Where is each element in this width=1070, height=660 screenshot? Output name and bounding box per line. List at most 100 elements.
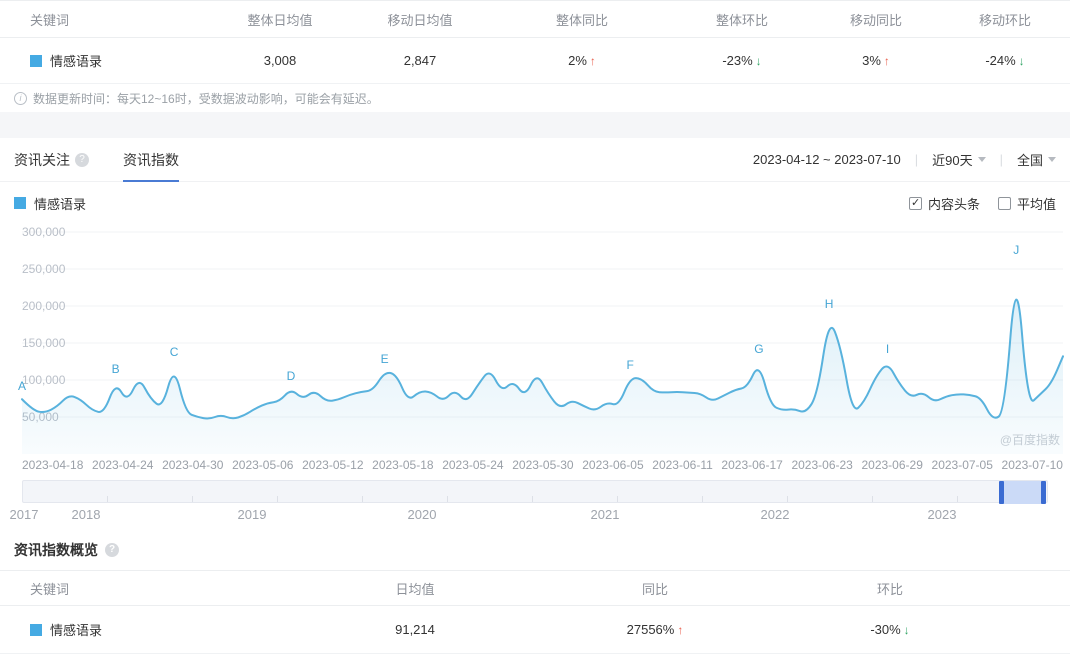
range-controls: 2023-04-12 ~ 2023-07-10 | 近90天 | 全国: [753, 150, 1056, 169]
keyword-cell[interactable]: 情感语录: [0, 620, 230, 639]
index-overview-section: 资讯指数概览 ? 关键词 日均值 同比 环比 情感语录 91,214 27556…: [0, 526, 1070, 654]
separator: |: [914, 152, 919, 167]
time-range-select[interactable]: 近90天: [932, 150, 986, 169]
section-divider-band: [0, 112, 1070, 138]
mom-value: -30% ↓: [870, 622, 910, 637]
keyword-stats-table: 关键词 整体日均值 移动日均值 整体同比 整体环比 移动同比 移动环比 情感语录…: [0, 0, 1070, 112]
x-axis-tick-label: 2023-06-11: [652, 458, 713, 472]
mobile-daily-avg-value: 2,847: [403, 53, 437, 68]
keyword-cell[interactable]: 情感语录: [0, 51, 212, 70]
x-axis-tick-label: 2023-04-30: [162, 458, 224, 472]
legend-item-keyword[interactable]: 情感语录: [14, 194, 86, 213]
region-select[interactable]: 全国: [1017, 150, 1056, 169]
x-axis-tick-label: 2023-07-05: [931, 458, 993, 472]
col-mobile-daily-avg: 移动日均值: [387, 12, 453, 28]
baidu-index-page: 关键词 整体日均值 移动日均值 整体同比 整体环比 移动同比 移动环比 情感语录…: [0, 0, 1070, 660]
trend-arrow-icon: ↓: [903, 623, 910, 637]
keyword-label: 情感语录: [50, 54, 103, 69]
help-icon[interactable]: ?: [75, 152, 89, 167]
keyword-color-swatch: [30, 623, 42, 636]
overview-table-row: 情感语录 91,214 27556% ↑ -30% ↓: [0, 606, 1070, 654]
slider-handle-left[interactable]: [998, 481, 1004, 504]
svg-text:I: I: [886, 342, 889, 356]
timeline-year-label: 2020: [407, 507, 437, 522]
svg-text:200,000: 200,000: [22, 299, 66, 313]
yoy-value: 27556% ↑: [626, 622, 684, 637]
svg-text:250,000: 250,000: [22, 262, 66, 276]
x-axis-tick-label: 2023-04-24: [92, 458, 154, 472]
checkbox-icon: [908, 196, 922, 210]
separator: |: [999, 152, 1003, 167]
timeline-slider-track[interactable]: [22, 480, 1048, 504]
svg-text:C: C: [170, 345, 179, 359]
chart-option-checkboxes: 内容头条 平均值: [908, 194, 1056, 213]
overview-title-row: 资讯指数概览 ?: [0, 526, 1070, 570]
keyword-table-header: 关键词 整体日均值 移动日均值 整体同比 整体环比 移动同比 移动环比: [0, 0, 1070, 38]
svg-text:100,000: 100,000: [22, 373, 66, 387]
data-update-note: i 数据更新时间：每天12~16时，受数据波动影响，可能会有延迟。: [0, 84, 1070, 112]
col-mobile-mom: 移动环比: [978, 12, 1031, 28]
date-range-text[interactable]: 2023-04-12 ~ 2023-07-10: [753, 152, 901, 167]
trend-arrow-icon: ↑: [883, 54, 890, 68]
svg-text:B: B: [112, 362, 120, 376]
col-mom: 环比: [876, 581, 903, 597]
keyword-label: 情感语录: [50, 623, 103, 638]
timeline-slider-zone: 2017 2018 2019 2020 2021 2022 2023: [0, 480, 1070, 526]
overall-daily-avg-value: 3,008: [263, 53, 297, 68]
col-keyword: 关键词: [30, 581, 70, 597]
col-overall-mom: 整体环比: [715, 12, 768, 28]
chevron-down-icon: [977, 157, 986, 162]
timeline-selection[interactable]: [1000, 481, 1043, 504]
svg-text:A: A: [18, 379, 26, 393]
trend-tabs-row: 资讯关注 ? 资讯指数 2023-04-12 ~ 2023-07-10 | 近9…: [0, 138, 1070, 182]
x-axis-tick-label: 2023-06-17: [721, 458, 783, 472]
slider-handle-right[interactable]: [1040, 481, 1046, 504]
help-icon[interactable]: ?: [105, 543, 119, 557]
col-mobile-yoy: 移动同比: [849, 12, 902, 28]
col-daily-avg: 日均值: [395, 581, 435, 597]
x-axis-tick-label: 2023-05-06: [232, 458, 294, 472]
x-axis-tick-label: 2023-05-30: [512, 458, 574, 472]
svg-text:H: H: [825, 297, 834, 311]
x-axis-tick-label: 2023-04-18: [22, 458, 84, 472]
checkbox-content-headline[interactable]: 内容头条: [908, 194, 980, 213]
tab-zixun-zhishu[interactable]: 资讯指数: [123, 138, 179, 182]
checkbox-average[interactable]: 平均值: [997, 194, 1056, 213]
svg-text:J: J: [1013, 243, 1019, 257]
mobile-yoy-value: 3% ↑: [862, 53, 890, 68]
chevron-down-icon: [1048, 157, 1056, 162]
svg-text:D: D: [287, 369, 296, 383]
col-overall-daily-avg: 整体日均值: [247, 12, 313, 28]
tab-zixun-guanzhu[interactable]: 资讯关注 ?: [14, 138, 89, 182]
info-icon: i: [14, 91, 27, 105]
trend-arrow-icon: ↑: [677, 623, 684, 637]
trend-chart-card: 资讯关注 ? 资讯指数 2023-04-12 ~ 2023-07-10 | 近9…: [0, 138, 1070, 526]
svg-text:G: G: [754, 342, 763, 356]
x-axis-tick-label: 2023-06-29: [861, 458, 923, 472]
svg-text:150,000: 150,000: [22, 336, 66, 350]
x-axis-labels: 2023-04-18 2023-04-24 2023-04-30 2023-05-06…: [22, 458, 1063, 472]
mobile-mom-value: -24% ↓: [985, 53, 1025, 68]
trend-chart[interactable]: 300,000250,000200,000150,000100,00050,00…: [0, 224, 1070, 472]
timeline-year-label: 2021: [590, 507, 620, 522]
col-overall-yoy: 整体同比: [555, 12, 608, 28]
x-axis-tick-label: 2023-05-12: [302, 458, 364, 472]
watermark: @百度指数: [999, 433, 1060, 447]
trend-arrow-icon: ↑: [589, 54, 596, 68]
daily-avg-value: 91,214: [395, 622, 435, 637]
overall-yoy-value: 2% ↑: [568, 53, 596, 68]
x-axis-tick-label: 2023-07-10: [1001, 458, 1063, 472]
timeline-year-labels: 2017 2018 2019 2020 2021 2022 2023: [0, 507, 1070, 523]
svg-text:300,000: 300,000: [22, 225, 66, 239]
x-axis-tick-label: 2023-06-23: [791, 458, 853, 472]
x-axis-tick-label: 2023-05-24: [442, 458, 504, 472]
svg-text:F: F: [627, 358, 634, 372]
trend-arrow-icon: ↓: [755, 54, 762, 68]
keyword-table-row: 情感语录 3,008 2,847 2% ↑ -23% ↓ 3% ↑ -24% ↓: [0, 38, 1070, 84]
x-axis-tick-label: 2023-06-05: [582, 458, 644, 472]
col-yoy: 同比: [641, 581, 668, 597]
x-axis-tick-label: 2023-05-18: [372, 458, 434, 472]
overall-mom-value: -23% ↓: [722, 53, 762, 68]
legend-color-swatch: [14, 197, 26, 209]
keyword-color-swatch: [30, 54, 42, 67]
